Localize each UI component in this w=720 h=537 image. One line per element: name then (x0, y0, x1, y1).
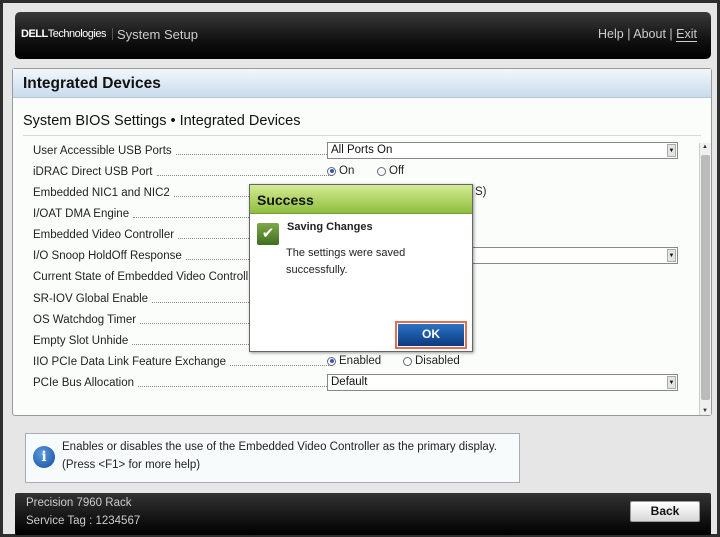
scrollbar[interactable]: ▲ ▼ (699, 143, 711, 415)
radio-button[interactable] (327, 166, 336, 176)
setting-label: Current State of Embedded Video Controll (33, 271, 249, 283)
setting-row[interactable]: User Accessible USB Ports (33, 142, 333, 160)
dialog-heading: Saving Changes (287, 221, 373, 233)
page-title: Integrated Devices (13, 69, 711, 98)
divider (23, 135, 701, 136)
breadcrumb: System BIOS Settings • Integrated Device… (23, 113, 301, 129)
chevron-down-icon[interactable]: ▼ (667, 376, 676, 389)
radio-label: Off (389, 165, 405, 177)
info-icon: i (33, 446, 55, 468)
help-text: Enables or disables the use of the Embed… (62, 441, 497, 453)
setting-row[interactable]: IIO PCIe Data Link Feature Exchange (33, 353, 333, 371)
app-title: System Setup (117, 27, 198, 42)
about-link[interactable]: About (633, 27, 666, 41)
radio-button[interactable] (377, 166, 386, 176)
ok-button[interactable]: OK (398, 324, 464, 346)
scroll-thumb[interactable] (701, 155, 710, 400)
success-dialog: Success ✔ Saving Changes The settings we… (249, 184, 473, 352)
checkmark-icon: ✔ (257, 223, 279, 245)
dialog-message: The settings were saved successfully. (286, 247, 406, 276)
chevron-down-icon[interactable]: ▼ (667, 144, 676, 157)
setting-label: I/OAT DMA Engine (33, 208, 130, 220)
setting-label: Embedded Video Controller (33, 229, 175, 241)
radio-on[interactable]: On (327, 165, 354, 177)
dell-logo: DELLTechnologies (21, 28, 113, 40)
setting-row[interactable]: iDRAC Direct USB Port (33, 163, 333, 181)
leader-dots (230, 364, 333, 366)
radio-label: Disabled (415, 355, 460, 367)
separator: | (627, 27, 631, 41)
leader-dots (175, 153, 333, 155)
setting-label: PCIe Bus Allocation (33, 377, 135, 389)
dropdown-value: Default (331, 376, 368, 388)
service-tag: Service Tag : 1234567 (26, 515, 141, 527)
chevron-down-icon[interactable]: ▼ (667, 249, 676, 262)
radio-button[interactable] (403, 356, 412, 366)
ok-button-focus[interactable]: OK (395, 321, 467, 349)
leader-dots (156, 174, 333, 176)
radio-label: On (339, 165, 355, 177)
setting-label: Empty Slot Unhide (33, 335, 129, 347)
radio-button[interactable] (327, 356, 336, 366)
setting-dropdown[interactable]: Default ▼ (327, 374, 678, 391)
top-bar: DELLTechnologies System Setup Help | Abo… (15, 12, 711, 59)
setting-label: SR-IOV Global Enable (33, 293, 149, 305)
setting-row[interactable]: PCIe Bus Allocation (33, 374, 333, 392)
scroll-up-icon[interactable]: ▲ (702, 144, 708, 150)
dialog-title: Success (250, 185, 472, 214)
header-links: Help | About | Exit (598, 27, 697, 42)
dropdown-value: All Ports On (331, 144, 393, 156)
separator: | (669, 27, 673, 41)
leader-dots (138, 385, 333, 387)
setting-dropdown[interactable]: All Ports On ▼ (327, 142, 678, 159)
setting-label: I/O Snoop HoldOff Response (33, 250, 182, 262)
radio-off[interactable]: Off (377, 165, 404, 177)
setting-label: OS Watchdog Timer (33, 314, 137, 326)
radio-disabled[interactable]: Disabled (403, 355, 460, 367)
system-model: Precision 7960 Rack (26, 497, 132, 509)
setting-label: User Accessible USB Ports (33, 145, 172, 157)
footer-bar: Precision 7960 Rack Service Tag : 123456… (15, 493, 711, 535)
radio-enabled[interactable]: Enabled (327, 355, 381, 367)
setting-label: IIO PCIe Data Link Feature Exchange (33, 356, 227, 368)
radio-label: Enabled (339, 355, 382, 367)
help-link[interactable]: Help (598, 27, 624, 41)
help-hint: (Press <F1> for more help) (62, 459, 201, 471)
setting-label: Embedded NIC1 and NIC2 (33, 187, 170, 199)
exit-link[interactable]: Exit (676, 27, 697, 42)
scroll-down-icon[interactable]: ▼ (702, 408, 708, 414)
help-box: i Enables or disables the use of the Emb… (25, 433, 520, 483)
setting-label: iDRAC Direct USB Port (33, 166, 153, 178)
partial-value: S) (475, 186, 487, 198)
back-button[interactable]: Back (630, 501, 700, 522)
